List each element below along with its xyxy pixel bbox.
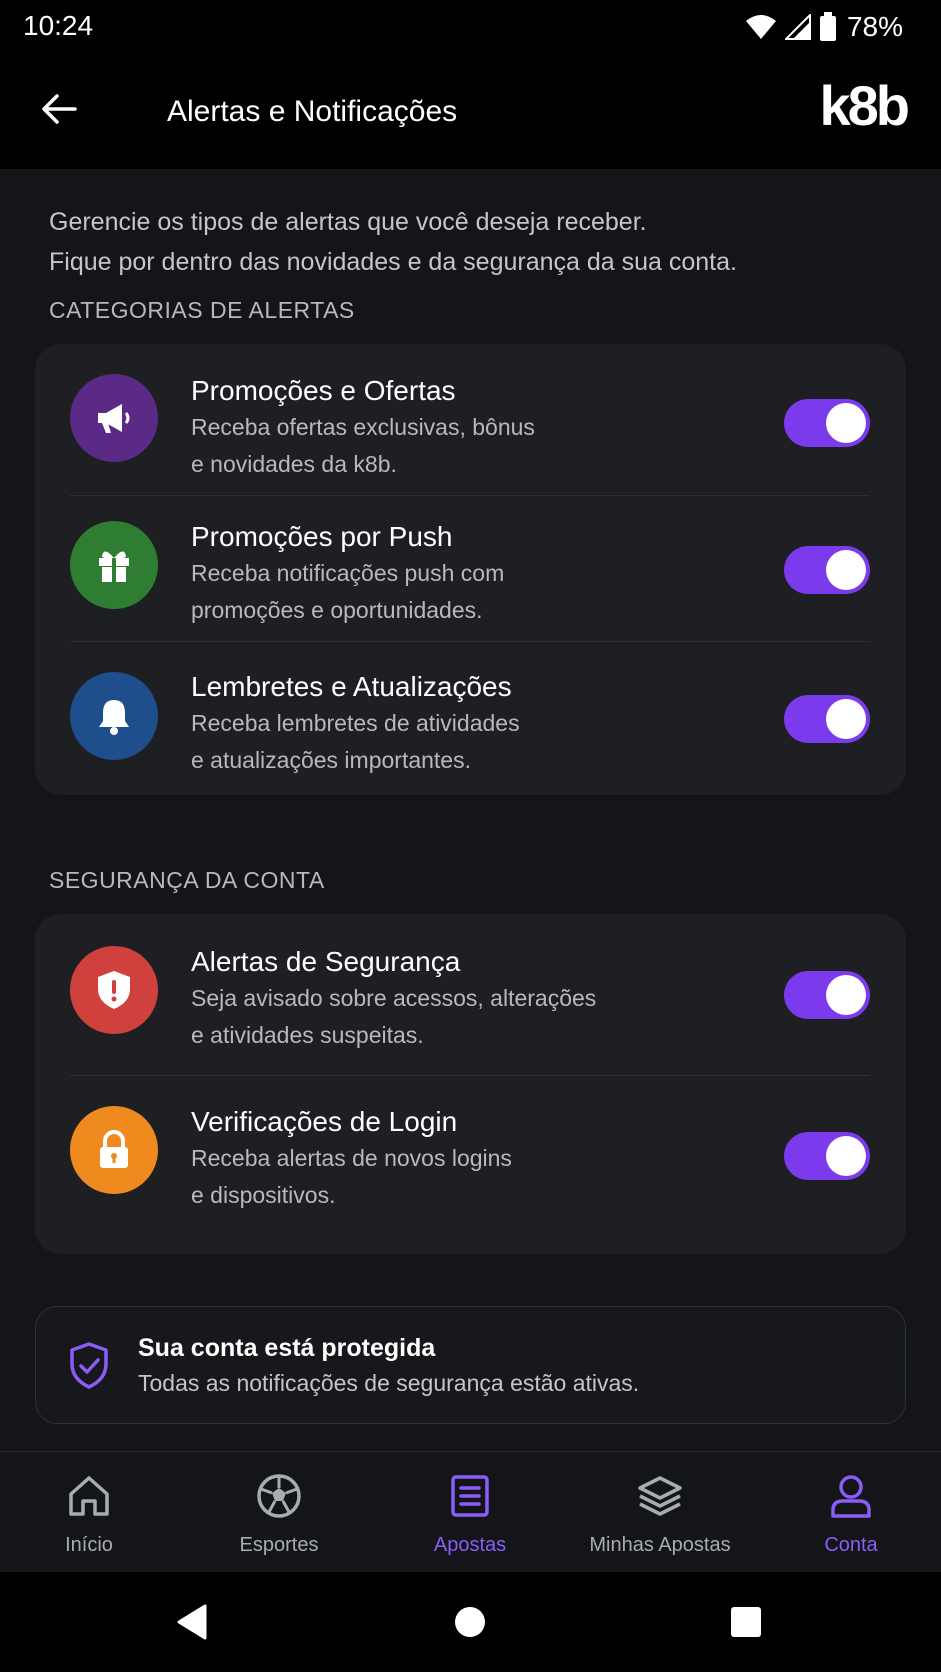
gift-icon bbox=[70, 521, 158, 609]
layers-icon bbox=[638, 1476, 682, 1516]
nav-label: Minhas Apostas bbox=[589, 1534, 731, 1556]
system-recents-button[interactable] bbox=[721, 1597, 771, 1647]
nav-item-conta[interactable]: Conta bbox=[756, 1452, 941, 1573]
battery-icon bbox=[819, 12, 836, 41]
item-title: Promoções e Ofertas bbox=[191, 375, 456, 406]
toggle-promocoes-ofertas[interactable] bbox=[784, 399, 870, 447]
item-desc-line-2: promoções e oportunidades. bbox=[191, 597, 483, 623]
bell-icon bbox=[70, 672, 158, 760]
protected-description: Todas as notificações de segurança estão… bbox=[138, 1370, 640, 1396]
bet-slip-icon bbox=[451, 1475, 489, 1517]
list-item-promocoes-ofertas: Promoções e Ofertas Receba ofertas exclu… bbox=[35, 344, 906, 495]
item-description: Receba lembretes de atividades e atualiz… bbox=[191, 705, 631, 779]
item-description: Receba ofertas exclusivas, bônus e novid… bbox=[191, 409, 631, 483]
home-icon bbox=[69, 1476, 109, 1516]
status-time: 10:24 bbox=[23, 10, 94, 41]
item-title: Lembretes e Atualizações bbox=[191, 671, 512, 702]
nav-label: Apostas bbox=[433, 1534, 507, 1556]
section-title-account-security: SEGURANÇA DA CONTA bbox=[49, 867, 325, 893]
toggle-knob bbox=[826, 1136, 866, 1176]
item-desc-line-2: e atividades suspeitas. bbox=[191, 1022, 424, 1048]
system-home-button[interactable] bbox=[445, 1597, 495, 1647]
toggle-alertas-seguranca[interactable] bbox=[784, 971, 870, 1019]
square-recents-icon bbox=[731, 1607, 761, 1637]
cell-signal-icon bbox=[784, 14, 811, 40]
nav-label: Esportes bbox=[239, 1534, 319, 1556]
account-protected-banner: Sua conta está protegida Todas as notifi… bbox=[35, 1306, 906, 1424]
circle-home-icon bbox=[455, 1607, 485, 1637]
nav-item-inicio[interactable]: Início bbox=[0, 1452, 184, 1573]
intro-text: Gerencie os tipos de alertas que você de… bbox=[49, 202, 899, 282]
app-header: Alertas e Notificações k8b bbox=[0, 56, 941, 169]
list-item-verificacoes-login: Verificações de Login Receba alertas de … bbox=[35, 1076, 906, 1254]
nav-item-esportes[interactable]: Esportes bbox=[184, 1452, 374, 1573]
triangle-back-icon bbox=[177, 1604, 207, 1640]
item-description: Receba notificações push com promoções e… bbox=[191, 555, 631, 629]
megaphone-icon bbox=[70, 374, 158, 462]
item-description: Seja avisado sobre acessos, alterações e… bbox=[191, 980, 631, 1054]
nav-item-apostas[interactable]: Apostas bbox=[375, 1452, 565, 1573]
section-title-alert-categories: CATEGORIAS DE ALERTAS bbox=[49, 297, 355, 323]
item-desc-line-1: Receba ofertas exclusivas, bônus bbox=[191, 414, 535, 440]
item-title: Verificações de Login bbox=[191, 1106, 458, 1137]
lock-icon bbox=[70, 1106, 158, 1194]
system-nav-bar bbox=[0, 1572, 941, 1672]
page-title: Alertas e Notificações bbox=[167, 95, 458, 128]
system-back-button[interactable] bbox=[167, 1597, 217, 1647]
battery-percent: 78% bbox=[846, 11, 903, 42]
list-item-alertas-seguranca: Alertas de Segurança Seja avisado sobre … bbox=[35, 914, 906, 1075]
soccer-ball-icon bbox=[257, 1474, 301, 1518]
account-security-card: Alertas de Segurança Seja avisado sobre … bbox=[35, 914, 906, 1254]
back-button[interactable] bbox=[34, 84, 84, 134]
item-title: Alertas de Segurança bbox=[191, 946, 461, 977]
item-desc-line-1: Receba lembretes de atividades bbox=[191, 710, 520, 736]
status-icons: 78% bbox=[745, 10, 903, 44]
toggle-promocoes-push[interactable] bbox=[784, 546, 870, 594]
item-description: Receba alertas de novos logins e disposi… bbox=[191, 1140, 631, 1214]
nav-item-minhas-apostas[interactable]: Minhas Apostas bbox=[565, 1452, 755, 1573]
intro-line-2: Fique por dentro das novidades e da segu… bbox=[49, 248, 737, 276]
brand-logo: k8b bbox=[819, 74, 910, 137]
nav-label: Conta bbox=[824, 1534, 878, 1556]
shield-check-icon bbox=[67, 1341, 111, 1396]
item-desc-line-2: e novidades da k8b. bbox=[191, 451, 397, 477]
status-bar: 10:24 78% bbox=[0, 0, 941, 56]
item-desc-line-1: Seja avisado sobre acessos, alterações bbox=[191, 985, 597, 1011]
toggle-lembretes[interactable] bbox=[784, 695, 870, 743]
item-desc-line-2: e dispositivos. bbox=[191, 1182, 336, 1208]
item-desc-line-2: e atualizações importantes. bbox=[191, 747, 471, 773]
toggle-knob bbox=[826, 699, 866, 739]
wifi-icon bbox=[745, 15, 776, 39]
toggle-knob bbox=[826, 403, 866, 443]
toggle-verificacoes-login[interactable] bbox=[784, 1132, 870, 1180]
bottom-nav: Início Esportes Apostas Minhas Apostas C… bbox=[0, 1451, 941, 1572]
nav-label: Início bbox=[65, 1534, 113, 1556]
intro-line-1: Gerencie os tipos de alertas que você de… bbox=[49, 208, 647, 236]
list-item-lembretes: Lembretes e Atualizações Receba lembrete… bbox=[35, 642, 906, 795]
main-content: Gerencie os tipos de alertas que você de… bbox=[0, 169, 941, 1451]
shield-alert-icon bbox=[70, 946, 158, 1034]
protected-title: Sua conta está protegida bbox=[138, 1334, 436, 1362]
toggle-knob bbox=[826, 550, 866, 590]
list-item-promocoes-push: Promoções por Push Receba notificações p… bbox=[35, 496, 906, 641]
alert-categories-card: Promoções e Ofertas Receba ofertas exclu… bbox=[35, 344, 906, 795]
item-desc-line-1: Receba alertas de novos logins bbox=[191, 1145, 512, 1171]
item-title: Promoções por Push bbox=[191, 521, 453, 552]
item-desc-line-1: Receba notificações push com bbox=[191, 560, 505, 586]
toggle-knob bbox=[826, 975, 866, 1015]
user-icon bbox=[831, 1475, 871, 1518]
arrow-left-icon bbox=[42, 94, 77, 124]
